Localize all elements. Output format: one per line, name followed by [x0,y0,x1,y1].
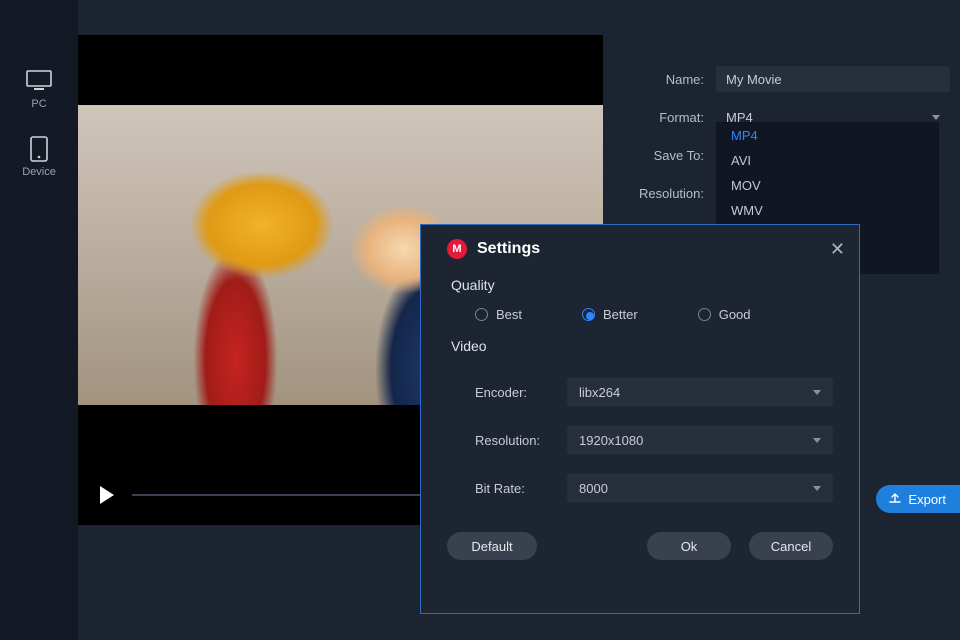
encoder-select-value: libx264 [579,385,620,400]
sidebar-item-label: Device [22,166,56,178]
dialog-title: Settings [477,240,540,258]
bitrate-select-value: 8000 [579,481,608,496]
format-option-wmv[interactable]: WMV [717,198,938,223]
encoder-select[interactable]: libx264 [567,378,833,406]
video-section-title: Video [451,338,833,354]
app-logo-icon: M [447,239,467,259]
sidebar: PC Device [0,0,78,640]
format-option-avi[interactable]: AVI [717,148,938,173]
sidebar-item-pc[interactable]: PC [25,70,53,110]
resolution-label: Resolution: [620,186,716,201]
quality-section-title: Quality [451,277,833,293]
name-label: Name: [620,72,716,87]
sidebar-item-label: PC [31,98,46,110]
export-button-label: Export [908,492,946,507]
quality-radio-good[interactable]: Good [698,307,751,322]
sidebar-item-device[interactable]: Device [22,138,56,178]
radio-icon [582,308,595,321]
settings-dialog: M Settings ✕ Quality Best Better Good Vi… [420,224,860,614]
quality-radio-label: Good [719,307,751,322]
format-label: Format: [620,110,716,125]
export-button[interactable]: Export [876,485,960,513]
bitrate-label: Bit Rate: [447,481,567,496]
radio-icon [698,308,711,321]
saveto-label: Save To: [620,148,716,163]
quality-radio-label: Better [603,307,638,322]
close-icon[interactable]: ✕ [830,239,845,260]
chevron-down-icon [813,486,821,491]
chevron-down-icon [813,438,821,443]
chevron-down-icon [813,390,821,395]
format-option-mov[interactable]: MOV [717,173,938,198]
video-resolution-select[interactable]: 1920x1080 [567,426,833,454]
upload-icon [888,491,902,508]
bitrate-select[interactable]: 8000 [567,474,833,502]
radio-icon [475,308,488,321]
cancel-button[interactable]: Cancel [749,532,833,560]
format-option-mp4[interactable]: MP4 [717,123,938,148]
encoder-label: Encoder: [447,385,567,400]
video-resolution-label: Resolution: [447,433,567,448]
ok-button[interactable]: Ok [647,532,731,560]
video-resolution-value: 1920x1080 [579,433,643,448]
phone-icon [25,138,53,160]
monitor-icon [25,70,53,92]
quality-radio-group: Best Better Good [447,307,833,322]
quality-radio-best[interactable]: Best [475,307,522,322]
chevron-down-icon [932,115,940,120]
default-button[interactable]: Default [447,532,537,560]
name-input[interactable]: My Movie [716,66,950,92]
dialog-buttons: Default Ok Cancel [447,532,833,560]
quality-radio-label: Best [496,307,522,322]
play-icon[interactable] [100,486,114,504]
quality-radio-better[interactable]: Better [582,307,638,322]
